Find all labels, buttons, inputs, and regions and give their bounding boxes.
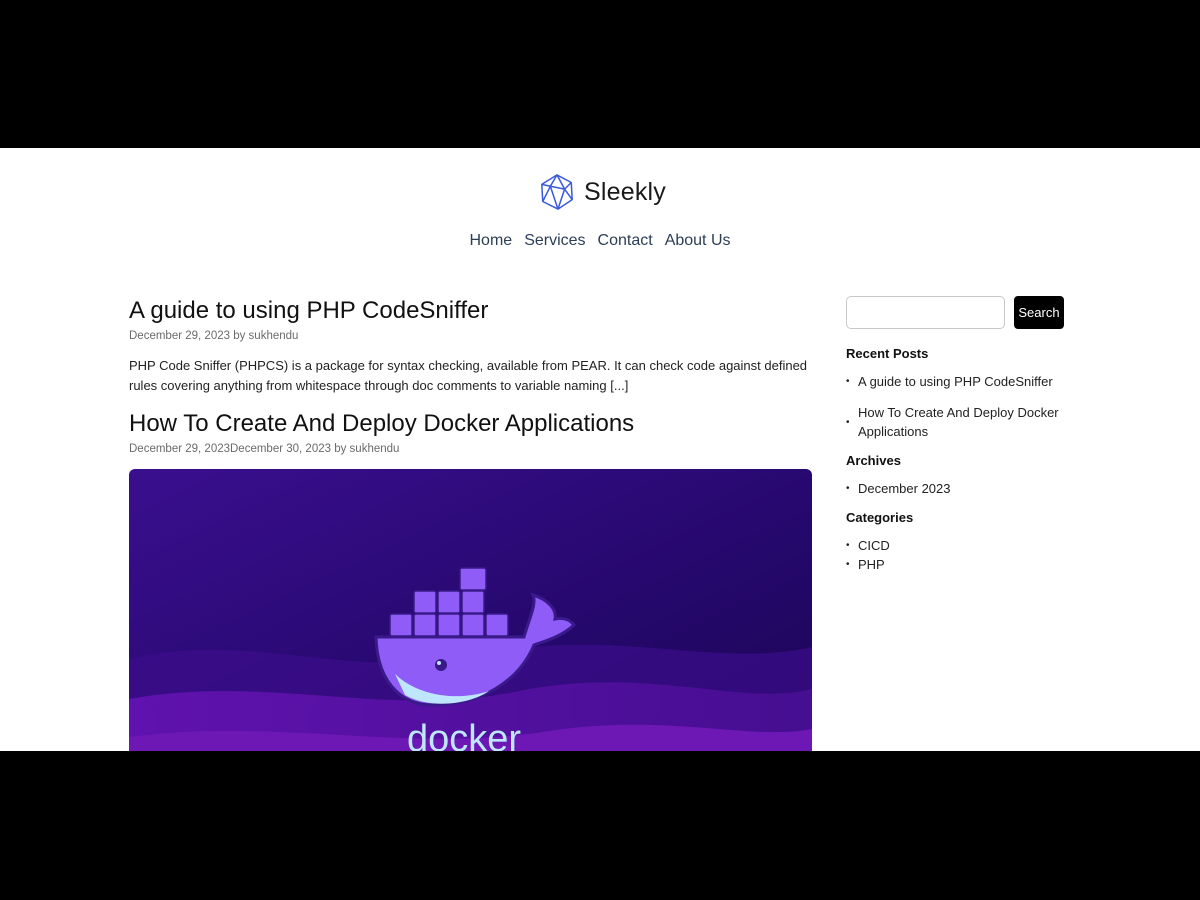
search-button[interactable]: Search <box>1014 296 1064 329</box>
bullet-icon: • <box>846 416 850 428</box>
categories-list: • CICD • PHP <box>846 536 1066 574</box>
post-meta: December 29, 2023 by sukhendu <box>129 330 299 342</box>
categories-title: Categories <box>846 510 914 525</box>
list-item: • PHP <box>846 555 1066 574</box>
sidebar: Search Recent Posts • A guide to using PH… <box>846 296 1066 574</box>
nav-contact[interactable]: Contact <box>598 232 653 250</box>
nav-home[interactable]: Home <box>470 232 513 250</box>
post-list: A guide to using PHP CodeSniffer Decembe… <box>129 296 812 751</box>
bullet-icon: • <box>846 540 850 551</box>
list-item: • December 2023 <box>846 479 1066 498</box>
category-link[interactable]: PHP <box>858 555 885 574</box>
list-item: • CICD <box>846 536 1066 555</box>
post-title[interactable]: How To Create And Deploy Docker Applicat… <box>129 409 812 439</box>
search-form: Search <box>846 296 1066 329</box>
bullet-icon: • <box>846 559 850 570</box>
docker-banner-image: docker <box>129 469 812 751</box>
browser-viewport: Sleekly Home Services Contact About Us A… <box>0 148 1200 751</box>
nav-about-us[interactable]: About Us <box>665 232 731 250</box>
post-card: How To Create And Deploy Docker Applicat… <box>129 409 812 751</box>
archive-link[interactable]: December 2023 <box>858 479 951 498</box>
recent-posts-title: Recent Posts <box>846 346 929 361</box>
post-excerpt: PHP Code Sniffer (PHPCS) is a package fo… <box>129 358 808 393</box>
recent-post-link[interactable]: A guide to using PHP CodeSniffer <box>858 372 1053 391</box>
bullet-icon: • <box>846 376 850 387</box>
nav-services[interactable]: Services <box>524 232 585 250</box>
recent-post-link[interactable]: How To Create And Deploy Docker Applicat… <box>858 403 1066 441</box>
category-link[interactable]: CICD <box>858 536 890 555</box>
list-item: • How To Create And Deploy Docker Applica… <box>846 403 1066 441</box>
main-nav: Home Services Contact About Us <box>0 232 1200 250</box>
post-card: A guide to using PHP CodeSniffer Decembe… <box>129 296 812 395</box>
archives-list: • December 2023 <box>846 479 1066 498</box>
featured-image[interactable]: docker <box>129 469 812 751</box>
post-title[interactable]: A guide to using PHP CodeSniffer <box>129 296 812 326</box>
brand-name: Sleekly <box>584 177 666 206</box>
list-item: • A guide to using PHP CodeSniffer <box>846 372 1066 391</box>
archives-title: Archives <box>846 453 901 468</box>
recent-posts-list: • A guide to using PHP CodeSniffer • How T… <box>846 372 1066 441</box>
search-input[interactable] <box>846 296 1005 329</box>
polyhedron-logo-icon <box>541 174 573 210</box>
docker-caption: docker <box>407 718 521 751</box>
brand-link[interactable]: Sleekly <box>538 173 666 211</box>
post-meta: December 29, 2023December 30, 2023 by su… <box>129 443 400 455</box>
letterbox-top <box>0 0 1200 148</box>
letterbox-bottom <box>0 751 1200 900</box>
bullet-icon: • <box>846 483 850 494</box>
